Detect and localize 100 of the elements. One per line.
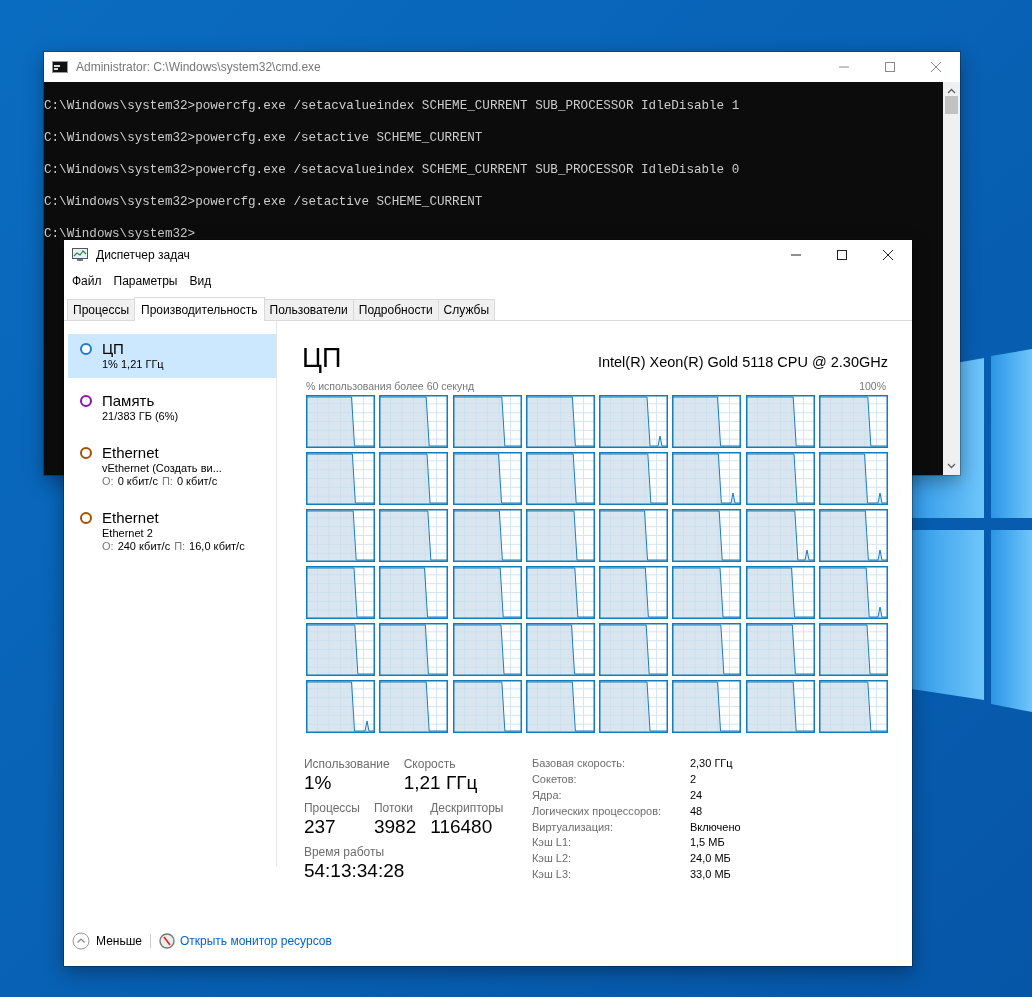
scrollbar[interactable] — [943, 82, 960, 475]
cpu-core-graph — [452, 623, 522, 676]
resource-item[interactable]: Ethernet Ethernet 2 О: 240 кбит/с П: 16,0 кбит/с — [68, 503, 276, 560]
spec-value: 2,30 ГГц — [689, 757, 734, 771]
cpu-core-graph — [745, 566, 815, 619]
resource-monitor-link[interactable]: Открыть монитор ресурсов — [159, 933, 332, 949]
cpu-core-graph — [305, 566, 375, 619]
cpu-core-graph — [379, 566, 449, 619]
cpu-core-graph — [819, 395, 888, 448]
resource-name: ЦП — [102, 340, 125, 357]
cpu-core-graph — [745, 395, 815, 448]
cpu-core-graph — [525, 509, 595, 562]
resource-name: Ethernet — [102, 444, 160, 461]
cpu-core-graph — [379, 509, 449, 562]
graph-caption: % использования более 60 секунд — [305, 380, 475, 392]
scrollbar-thumb[interactable] — [945, 96, 958, 114]
stat-value: 116480 — [430, 816, 494, 838]
console-line: C:\Windows\system32> — [44, 226, 197, 242]
spec-value: 2 — [689, 772, 698, 787]
throughput-value: 16,0 кбит/с — [189, 540, 245, 552]
throughput-value: 0 кбит/с — [176, 475, 218, 487]
menu-item[interactable]: Вид — [183, 274, 218, 288]
spec-value: Включено — [689, 820, 741, 835]
tab[interactable]: Службы — [437, 299, 496, 320]
stat-label: Скорость — [403, 757, 457, 771]
cpu-core-graph — [379, 680, 449, 733]
cpu-core-graph — [379, 623, 449, 676]
window-title: Диспетчер задач — [96, 248, 191, 262]
cpu-core-graph — [672, 623, 742, 676]
spec-label: Кэш L2: — [531, 852, 573, 867]
cpu-core-graph — [452, 566, 522, 619]
graph-max-label: 100% — [859, 380, 886, 392]
spec-value: 1,5 МБ — [689, 836, 726, 851]
console-line: C:\Windows\system32>powercfg.exe /setacvalueindex SCHEME_CURRENT SUB_PROCESSOR IdleDisable 1 — [44, 98, 741, 114]
cpu-core-graph — [452, 395, 522, 448]
cpu-core-graph — [452, 509, 522, 562]
tab[interactable]: Подробности — [352, 299, 439, 320]
resource-item[interactable]: Ethernet vEthernet (Создать ви... О: 0 кбит/с П: 0 кбит/с — [68, 438, 276, 495]
stat-label: Потоки — [373, 801, 414, 815]
cpu-core-graph — [452, 452, 522, 505]
tab[interactable]: Производительность — [134, 297, 265, 321]
console-line: C:\Windows\system32>powercfg.exe /setacvalueindex SCHEME_CURRENT SUB_PROCESSOR IdleDisable 0 — [44, 162, 741, 178]
cpu-core-graph — [305, 452, 375, 505]
spec-label: Виртуализация: — [531, 820, 615, 835]
resource-name: Память — [102, 392, 156, 409]
menu-item[interactable]: Файл — [66, 274, 108, 288]
stat-value: 3982 — [373, 816, 417, 838]
spec-value: 33,0 МБ — [689, 868, 732, 882]
tab[interactable]: Процессы — [67, 299, 135, 320]
throughput-label: О: — [102, 540, 114, 552]
spec-label: Кэш L1: — [531, 836, 573, 851]
cpu-core-graph — [305, 509, 375, 562]
maximize-icon[interactable] — [836, 249, 848, 261]
cpu-core-graph — [672, 566, 742, 619]
spec-label: Кэш L3: — [531, 868, 573, 882]
resource-item[interactable]: Память 21/383 ГБ (6%) — [68, 386, 276, 430]
gauge-icon — [159, 933, 175, 949]
cpu-core-graph — [745, 509, 815, 562]
spec-label: Сокетов: — [531, 772, 578, 787]
cpu-core-graph — [745, 623, 815, 676]
spec-label: Ядра: — [531, 788, 563, 803]
cpu-core-graph — [599, 680, 669, 733]
cpu-core-graph — [819, 680, 888, 733]
close-icon[interactable] — [882, 249, 894, 261]
resource-item[interactable]: ЦП 1% 1,21 ГГц — [68, 334, 276, 378]
resource-detail: 21/383 ГБ (6%) — [102, 410, 179, 422]
cpu-core-graph — [599, 509, 669, 562]
cpu-model: Intel(R) Xeon(R) Gold 5118 CPU @ 2.30GHz — [597, 354, 888, 372]
chevron-up-icon — [72, 932, 90, 950]
tab[interactable]: Пользователи — [263, 299, 354, 320]
throughput-value: 240 кбит/с — [117, 540, 171, 552]
cpu-core-graph — [305, 395, 375, 448]
throughput-value: 0 кбит/с — [117, 475, 158, 487]
fewer-details-button[interactable]: Меньше — [72, 932, 142, 950]
spec-value: 48 — [689, 804, 704, 819]
cpu-core-graph — [672, 452, 742, 505]
resource-name: Ethernet — [102, 509, 160, 526]
spec-label: Базовая скорость: — [531, 757, 627, 771]
spec-value: 24,0 МБ — [689, 852, 732, 867]
resource-detail: 1% 1,21 ГГц — [102, 358, 164, 370]
console-line: C:\Windows\system32>powercfg.exe /setactive SCHEME_CURRENT — [44, 194, 484, 210]
stat-value: 237 — [303, 816, 337, 838]
cpu-core-graph — [672, 509, 742, 562]
cpu-core-graph — [525, 395, 595, 448]
window-title: Administrator: C:\Windows\system32\cmd.exe — [76, 60, 322, 74]
cpu-core-graph — [819, 623, 888, 676]
stat-value: 54:13:34:28 — [303, 860, 405, 882]
console-icon — [52, 61, 68, 73]
stat-value: 1% — [303, 772, 333, 794]
section-heading: ЦП — [301, 343, 342, 374]
cpu-core-graph — [599, 623, 669, 676]
throughput-label: О: — [102, 475, 114, 487]
throughput-label: П: — [161, 475, 173, 487]
stat-label: Дескрипторы — [430, 801, 504, 815]
cpu-core-graph — [305, 680, 375, 733]
console-line: C:\Windows\system32>powercfg.exe /setactive SCHEME_CURRENT — [44, 130, 484, 146]
cpu-core-graph — [525, 680, 595, 733]
menu-item[interactable]: Параметры — [107, 274, 184, 288]
stat-label: Процессы — [303, 801, 360, 815]
cpu-core-graph — [379, 395, 449, 448]
